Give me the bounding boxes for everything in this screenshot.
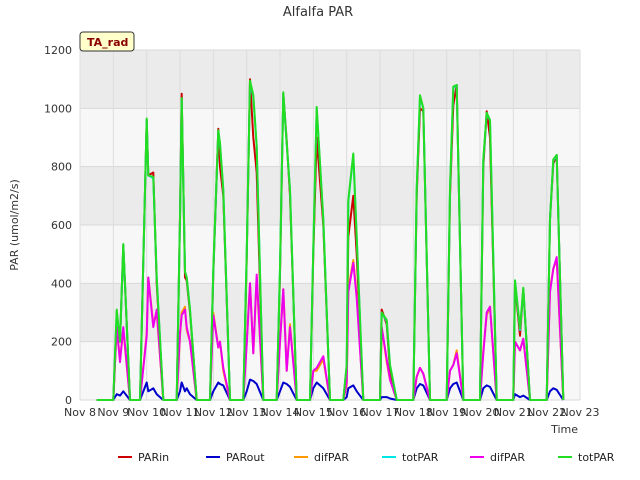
x-axis-label: Time <box>550 423 578 436</box>
plot-band <box>80 283 580 342</box>
x-tick-labels: Nov 8 Nov 9Nov 10Nov 11Nov 12Nov 13Nov 14… <box>64 406 599 419</box>
y-tick-label: 600 <box>51 219 72 232</box>
legend-item: difPAR <box>294 451 349 464</box>
x-tick-label: Nov 23 <box>561 406 600 419</box>
ta-rad-badge-label: TA_rad <box>87 36 128 49</box>
y-tick-labels: 020040060080010001200 <box>44 44 72 407</box>
legend-item: totPAR <box>558 451 615 464</box>
legend-label: totPAR <box>578 451 615 464</box>
legend: PARin PARout difPAR totPAR difPAR totPAR <box>118 451 615 464</box>
plot-band <box>80 50 580 109</box>
chart-title: Alfalfa PAR <box>283 5 353 20</box>
legend-label: difPAR <box>490 451 525 464</box>
legend-item: difPAR <box>470 451 525 464</box>
ta-rad-badge: TA_rad <box>79 31 135 52</box>
y-tick-label: 200 <box>51 336 72 349</box>
plot-band <box>80 108 580 167</box>
y-tick-label: 1200 <box>44 44 72 57</box>
y-tick-label: 800 <box>51 161 72 174</box>
par-chart: Alfalfa PAR 020040060080010001200 Nov 8N… <box>8 5 615 464</box>
y-tick-label: 400 <box>51 277 72 290</box>
y-tick-label: 1000 <box>44 102 72 115</box>
legend-label: difPAR <box>314 451 349 464</box>
x-tick-label: Nov 8 <box>64 406 96 419</box>
legend-label: totPAR <box>402 451 439 464</box>
legend-label: PARin <box>138 451 169 464</box>
legend-item: PARout <box>206 451 265 464</box>
legend-label: PARout <box>226 451 265 464</box>
x-tick-label: Nov 9 <box>97 406 129 419</box>
legend-item: PARin <box>118 451 169 464</box>
y-axis-label: PAR (umol/m2/s) <box>8 179 21 271</box>
legend-item: totPAR <box>382 451 439 464</box>
